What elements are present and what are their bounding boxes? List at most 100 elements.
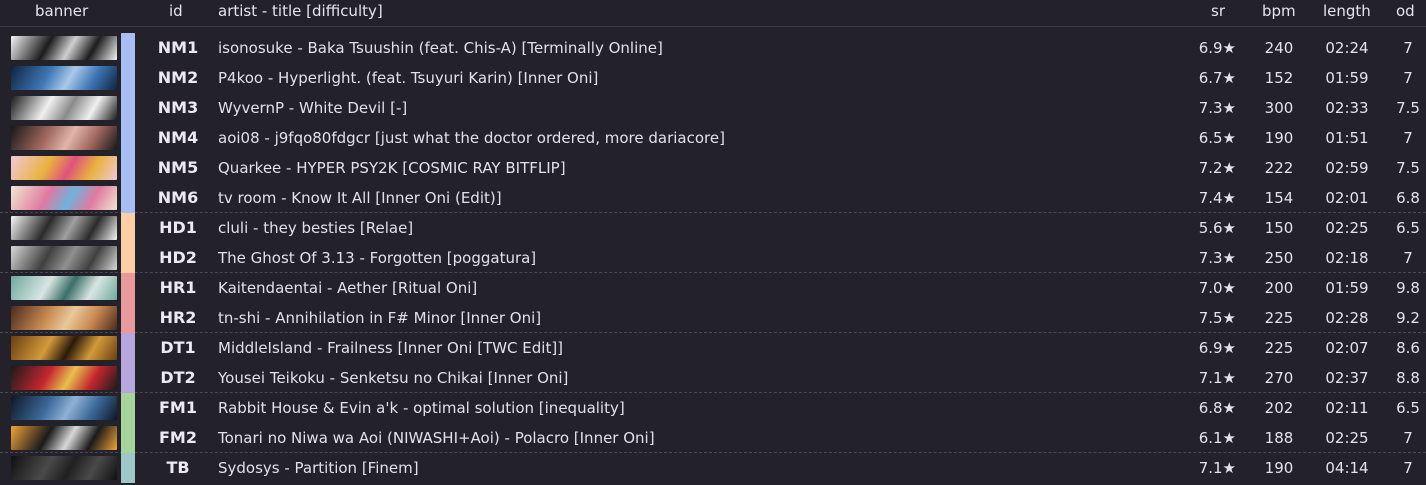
mod-color-bar — [121, 303, 135, 333]
star-rating: 5.6★ — [1198, 219, 1236, 237]
table-row[interactable]: HD2 The Ghost Of 3.13 - Forgotten [poggat… — [0, 243, 1426, 273]
length-value: 02:28 — [1325, 309, 1369, 327]
mod-color-bar — [121, 183, 135, 213]
header-length: length — [1323, 2, 1371, 20]
star-rating: 6.9★ — [1198, 339, 1236, 357]
banner-image — [11, 36, 117, 60]
map-title: Quarkee - HYPER PSY2K [COSMIC RAY BITFLI… — [218, 159, 566, 177]
od-value: 7 — [1403, 459, 1413, 477]
map-title: aoi08 - j9fqo80fdgcr [just what the doct… — [218, 129, 725, 147]
length-value: 02:25 — [1325, 219, 1369, 237]
table-row[interactable]: NM2 P4koo - Hyperlight. (feat. Tsuyuri Ka… — [0, 63, 1426, 93]
map-id: NM2 — [157, 68, 199, 87]
map-id: TB — [166, 458, 190, 477]
map-id: NM3 — [157, 98, 199, 117]
bpm-value: 202 — [1264, 399, 1294, 417]
table-row[interactable]: NM4 aoi08 - j9fqo80fdgcr [just what the d… — [0, 123, 1426, 153]
length-value: 02:25 — [1325, 429, 1369, 447]
map-id: HR1 — [159, 278, 197, 297]
table-row[interactable]: FM2 Tonari no Niwa wa Aoi (NIWASHI+Aoi) -… — [0, 423, 1426, 453]
od-value: 7.5 — [1396, 159, 1420, 177]
header-bpm: bpm — [1262, 2, 1296, 20]
length-value: 02:07 — [1325, 339, 1369, 357]
banner-image — [11, 456, 117, 480]
mod-color-bar — [121, 453, 135, 483]
table-row[interactable]: FM1 Rabbit House & Evin a'k - optimal sol… — [0, 393, 1426, 423]
map-id: DT1 — [160, 338, 196, 357]
length-value: 04:14 — [1325, 459, 1369, 477]
mod-color-bar — [121, 243, 135, 273]
bpm-value: 250 — [1264, 249, 1294, 267]
map-title: Tonari no Niwa wa Aoi (NIWASHI+Aoi) - Po… — [218, 429, 655, 447]
table-row[interactable]: NM3 WyvernP - White Devil [-] 7.3★ 300 02:33… — [0, 93, 1426, 123]
banner-image — [11, 66, 117, 90]
map-title: P4koo - Hyperlight. (feat. Tsuyuri Karin… — [218, 69, 599, 87]
map-id: HR2 — [159, 308, 197, 327]
banner-image — [11, 426, 117, 450]
banner-image — [11, 396, 117, 420]
mappool-table: banner id artist - title [difficulty] sr… — [0, 0, 1426, 483]
map-title: The Ghost Of 3.13 - Forgotten [poggatura… — [218, 249, 537, 267]
header-title: artist - title [difficulty] — [218, 2, 383, 20]
table-row[interactable]: NM6 tv room - Know It All [Inner Oni (Edi… — [0, 183, 1426, 213]
mod-color-bar — [121, 393, 135, 423]
mod-color-bar — [121, 153, 135, 183]
table-row[interactable]: DT1 MiddleIsland - Frailness [Inner Oni [… — [0, 333, 1426, 363]
length-value: 01:59 — [1325, 279, 1369, 297]
mod-color-bar — [121, 363, 135, 393]
bpm-value: 190 — [1264, 129, 1294, 147]
table-row[interactable]: HR2 tn-shi - Annihilation in F# Minor [In… — [0, 303, 1426, 333]
map-id: DT2 — [160, 368, 196, 387]
od-value: 6.8 — [1396, 189, 1420, 207]
table-header: banner id artist - title [difficulty] sr… — [0, 0, 1426, 27]
star-rating: 7.3★ — [1198, 99, 1236, 117]
length-value: 02:18 — [1325, 249, 1369, 267]
length-value: 02:37 — [1325, 369, 1369, 387]
od-value: 9.2 — [1396, 309, 1420, 327]
length-value: 01:59 — [1325, 69, 1369, 87]
star-rating: 6.1★ — [1198, 429, 1236, 447]
od-value: 8.6 — [1396, 339, 1420, 357]
table-row[interactable]: NM1 isonosuke - Baka Tsuushin (feat. Chis… — [0, 33, 1426, 63]
od-value: 6.5 — [1396, 219, 1420, 237]
od-value: 7 — [1403, 129, 1413, 147]
bpm-value: 240 — [1264, 39, 1294, 57]
mod-color-bar — [121, 63, 135, 93]
table-row[interactable]: TB Sydosys - Partition [Finem] 7.1★ 190 04:1… — [0, 453, 1426, 483]
mod-color-bar — [121, 273, 135, 303]
banner-image — [11, 306, 117, 330]
map-id: NM6 — [157, 188, 199, 207]
banner-image — [11, 126, 117, 150]
star-rating: 7.4★ — [1198, 189, 1236, 207]
map-title: Sydosys - Partition [Finem] — [218, 459, 419, 477]
map-title: cluli - they besties [Relae] — [218, 219, 414, 237]
table-row[interactable]: HR1 Kaitendaentai - Aether [Ritual Oni] 7.… — [0, 273, 1426, 303]
map-title: Kaitendaentai - Aether [Ritual Oni] — [218, 279, 478, 297]
mod-color-bar — [121, 123, 135, 153]
map-title: Rabbit House & Evin a'k - optimal soluti… — [218, 399, 625, 417]
table-row[interactable]: HD1 cluli - they besties [Relae] 5.6★ 150 02… — [0, 213, 1426, 243]
od-value: 8.8 — [1396, 369, 1420, 387]
length-value: 02:33 — [1325, 99, 1369, 117]
header-sr: sr — [1211, 2, 1225, 20]
bpm-value: 154 — [1264, 189, 1294, 207]
header-id: id — [169, 2, 183, 20]
bpm-value: 190 — [1264, 459, 1294, 477]
banner-image — [11, 156, 117, 180]
od-value: 7 — [1403, 69, 1413, 87]
star-rating: 6.7★ — [1198, 69, 1236, 87]
map-id: NM1 — [157, 38, 199, 57]
banner-image — [11, 336, 117, 360]
map-title: tv room - Know It All [Inner Oni (Edit)] — [218, 189, 502, 207]
map-title: Yousei Teikoku - Senketsu no Chikai [Inn… — [218, 369, 569, 387]
mod-color-bar — [121, 33, 135, 63]
map-id: HD1 — [159, 218, 197, 237]
table-row[interactable]: DT2 Yousei Teikoku - Senketsu no Chikai [… — [0, 363, 1426, 393]
header-banner: banner — [35, 2, 89, 20]
star-rating: 6.9★ — [1198, 39, 1236, 57]
od-value: 7 — [1403, 249, 1413, 267]
table-row[interactable]: NM5 Quarkee - HYPER PSY2K [COSMIC RAY BIT… — [0, 153, 1426, 183]
bpm-value: 200 — [1264, 279, 1294, 297]
bpm-value: 225 — [1264, 339, 1294, 357]
map-title: MiddleIsland - Frailness [Inner Oni [TWC… — [218, 339, 564, 357]
